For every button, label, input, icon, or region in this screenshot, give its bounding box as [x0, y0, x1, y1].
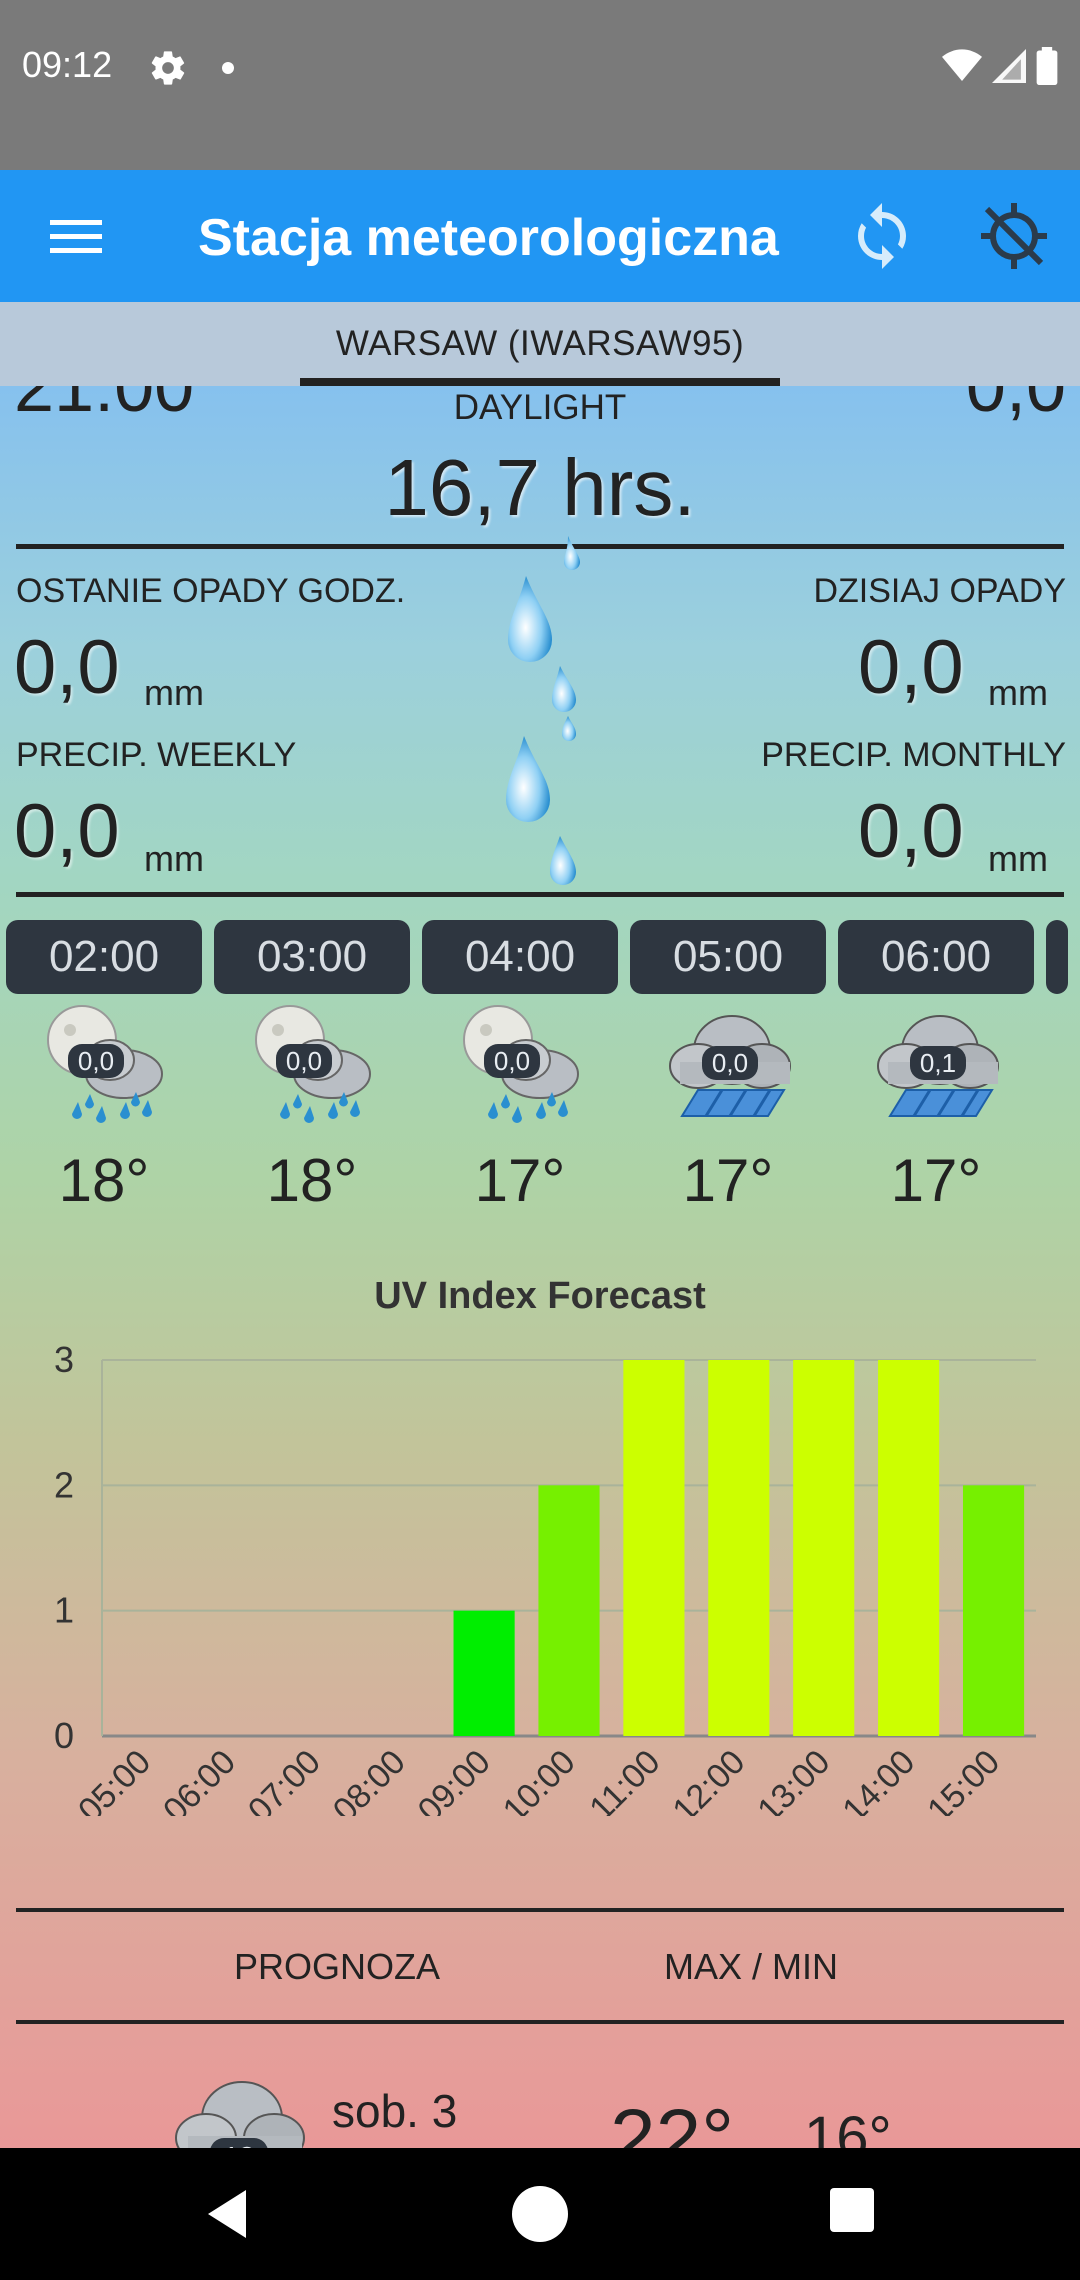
cloud-icon: 13	[175, 2081, 305, 2148]
uv-bar	[708, 1360, 770, 1736]
signal-icon	[992, 49, 1026, 83]
uv-bar	[453, 1610, 515, 1736]
tab-label: WARSAW (IWARSAW95)	[335, 324, 745, 363]
precip-badge: 0,0	[78, 1046, 114, 1076]
app-bar: Stacja meteorologiczna	[0, 170, 1080, 302]
y-tick-label: 1	[54, 1590, 74, 1631]
settings-gear-icon	[151, 51, 185, 85]
tab-bar: WARSAW (IWARSAW95)	[0, 302, 1080, 386]
navigation-bar	[0, 2148, 1080, 2280]
forecast-date: sob. 3	[332, 2085, 458, 2137]
monthly-precip-unit: mm	[988, 838, 1048, 879]
today-precip-label: DZISIAJ OPADY	[813, 572, 1066, 610]
uv-bar	[878, 1360, 940, 1736]
menu-icon[interactable]	[40, 206, 114, 266]
uv-bar	[793, 1360, 855, 1736]
last-hour-precip-label: OSTANIE OPADY GODZ.	[16, 572, 406, 610]
x-tick-label: 14:00	[835, 1743, 922, 1816]
wifi-icon	[942, 49, 982, 81]
hour-temp: 17°	[682, 1147, 774, 1214]
x-tick-label: 11:00	[582, 1743, 667, 1816]
precip-badge: 0,0	[286, 1046, 322, 1076]
x-tick-label: 12:00	[665, 1743, 752, 1816]
hour-chip: 03:00	[214, 920, 410, 994]
hour-chip: 04:00	[422, 920, 618, 994]
uv-bar	[962, 1485, 1025, 1736]
battery-icon	[1036, 47, 1058, 85]
status-bar: 09:12	[0, 0, 1080, 170]
cloud-heavy-rain-icon: 0,1	[877, 1015, 999, 1117]
hour-chip: 05:00	[630, 920, 826, 994]
monthly-precip-label: PRECIP. MONTHLY	[761, 736, 1066, 774]
divider	[16, 892, 1064, 897]
x-tick-label: 09:00	[411, 1743, 498, 1816]
precip-badge: 0,0	[712, 1048, 748, 1078]
x-tick-label: 13:00	[750, 1743, 837, 1816]
y-tick-label: 2	[54, 1464, 74, 1505]
precip-badge: 0,0	[494, 1046, 530, 1076]
forecast-badge: 13	[223, 2141, 254, 2148]
chart-title: UV Index Forecast	[374, 1275, 706, 1317]
today-precip-value: 0,0	[858, 625, 964, 710]
x-tick-label: 06:00	[156, 1743, 243, 1816]
x-tick-label: 08:00	[326, 1743, 413, 1816]
refresh-icon[interactable]	[846, 200, 918, 272]
monthly-precip-value: 0,0	[858, 789, 964, 874]
x-tick-label: 15:00	[920, 1743, 1007, 1816]
night-rain-icon: 0,0	[255, 1005, 371, 1123]
hour-chip-partial	[1046, 920, 1068, 994]
today-precip-unit: mm	[988, 672, 1048, 713]
weekly-precip-value: 0,0	[14, 789, 120, 874]
uv-index-chart: UV Index Forecast 0 1 2 3 05:0006:0007:0008:0…	[54, 1275, 1036, 1816]
forecast-max-temp: 22°	[610, 2093, 735, 2148]
home-icon[interactable]	[512, 2186, 568, 2242]
uv-bar	[623, 1360, 685, 1736]
rain-drops-icon	[506, 536, 580, 885]
tab-indicator	[300, 378, 780, 386]
divider	[16, 2020, 1064, 2024]
hour-temp: 17°	[890, 1147, 982, 1214]
hour-temp: 18°	[266, 1147, 358, 1214]
hour-temp: 17°	[474, 1147, 566, 1214]
daylight-label: DAYLIGHT	[453, 388, 627, 427]
content-scroll[interactable]: 21:00 0,0 DAYLIGHT 16,7 hrs. OSTANIE OPA…	[0, 386, 1080, 2148]
last-hour-precip-value: 0,0	[14, 625, 120, 710]
forecast-min-temp: 16°	[804, 2105, 892, 2148]
location-off-icon[interactable]	[978, 200, 1050, 272]
weekly-precip-unit: mm	[144, 838, 204, 879]
app-title: Stacja meteorologiczna	[198, 209, 779, 267]
y-tick-label: 3	[54, 1339, 74, 1380]
precip-badge: 0,1	[920, 1048, 956, 1078]
status-time: 09:12	[22, 44, 113, 85]
last-hour-precip-unit: mm	[144, 672, 204, 713]
x-tick-label: 05:00	[71, 1743, 158, 1816]
tab-warsaw-station[interactable]: WARSAW (IWARSAW95)	[300, 302, 780, 386]
divider	[16, 1908, 1064, 1912]
cloud-heavy-rain-icon: 0,0	[669, 1015, 791, 1117]
recents-icon[interactable]	[830, 2188, 874, 2232]
night-rain-icon: 0,0	[463, 1005, 579, 1123]
x-tick-label: 10:00	[496, 1743, 583, 1816]
hour-temp: 18°	[58, 1147, 150, 1214]
daylight-value: 16,7 hrs.	[384, 443, 696, 532]
notification-dot-icon	[222, 62, 234, 74]
forecast-header-label: PROGNOZA	[234, 1946, 441, 1987]
weekly-precip-label: PRECIP. WEEKLY	[16, 736, 297, 774]
back-icon[interactable]	[196, 2182, 260, 2246]
night-rain-icon: 0,0	[47, 1005, 163, 1123]
max-min-header-label: MAX / MIN	[664, 1946, 839, 1987]
y-tick-label: 0	[54, 1715, 74, 1756]
status-icons	[942, 46, 1058, 86]
x-tick-label: 07:00	[241, 1743, 328, 1816]
uv-bar	[538, 1485, 600, 1736]
hour-chip: 02:00	[6, 920, 202, 994]
hour-chip: 06:00	[838, 920, 1034, 994]
